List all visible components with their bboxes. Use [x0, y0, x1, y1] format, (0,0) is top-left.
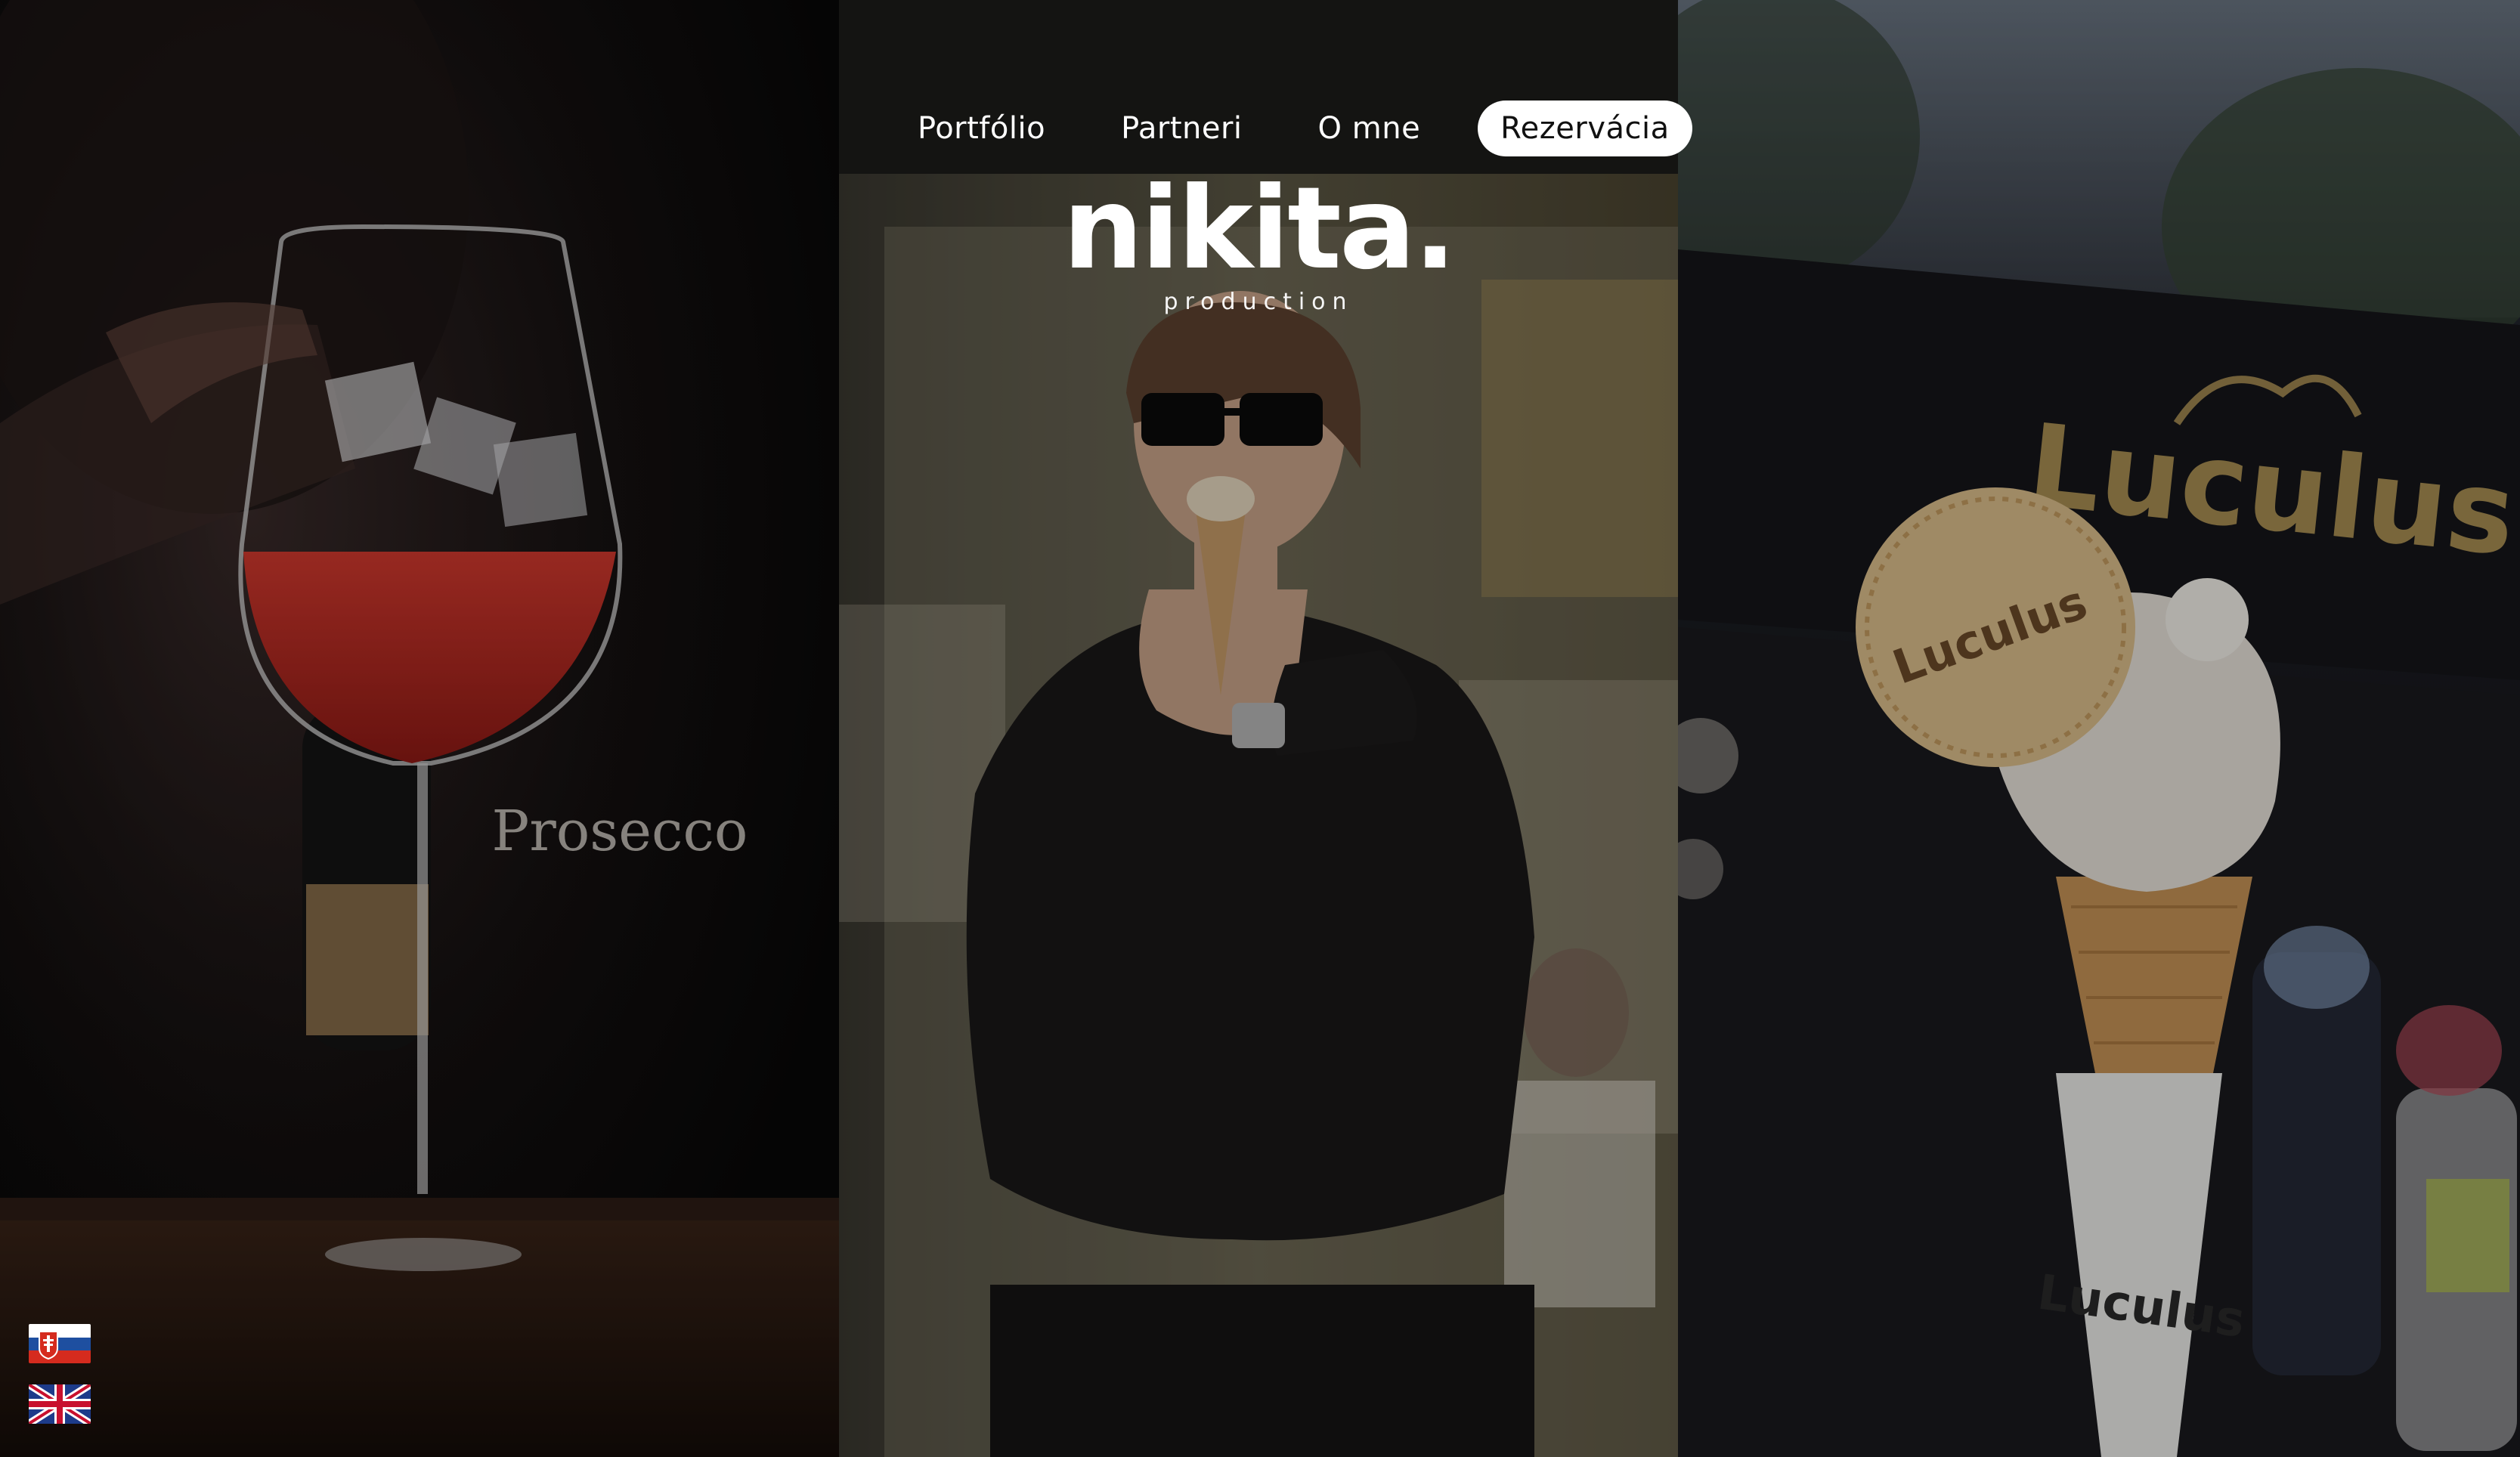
portfolio-panel-right[interactable]: Luculus Luculus Luculus [1678, 0, 2520, 1457]
slovak-flag-icon[interactable] [29, 1324, 91, 1363]
logo-subtitle: production [1163, 289, 1354, 315]
brand-logo[interactable]: nikita. production [839, 172, 1678, 315]
right-panel-overlay [1678, 0, 2520, 1457]
logo-wordmark: nikita. [1062, 163, 1457, 295]
page: Prosecco Luculus Luculus Luculus Portfól… [0, 0, 2520, 1457]
reservation-button[interactable]: Rezervácia [1478, 101, 1692, 156]
portfolio-panel-left[interactable]: Prosecco [0, 0, 839, 1457]
nav-link-about[interactable]: O mne [1300, 111, 1439, 146]
uk-flag-icon[interactable] [29, 1384, 91, 1424]
main-navigation: Portfólio Partneri O mne Rezervácia [899, 100, 1692, 157]
nav-link-portfolio[interactable]: Portfólio [899, 111, 1063, 146]
left-panel-overlay [0, 0, 839, 1457]
language-switcher [29, 1324, 91, 1424]
nav-link-partners[interactable]: Partneri [1103, 111, 1260, 146]
